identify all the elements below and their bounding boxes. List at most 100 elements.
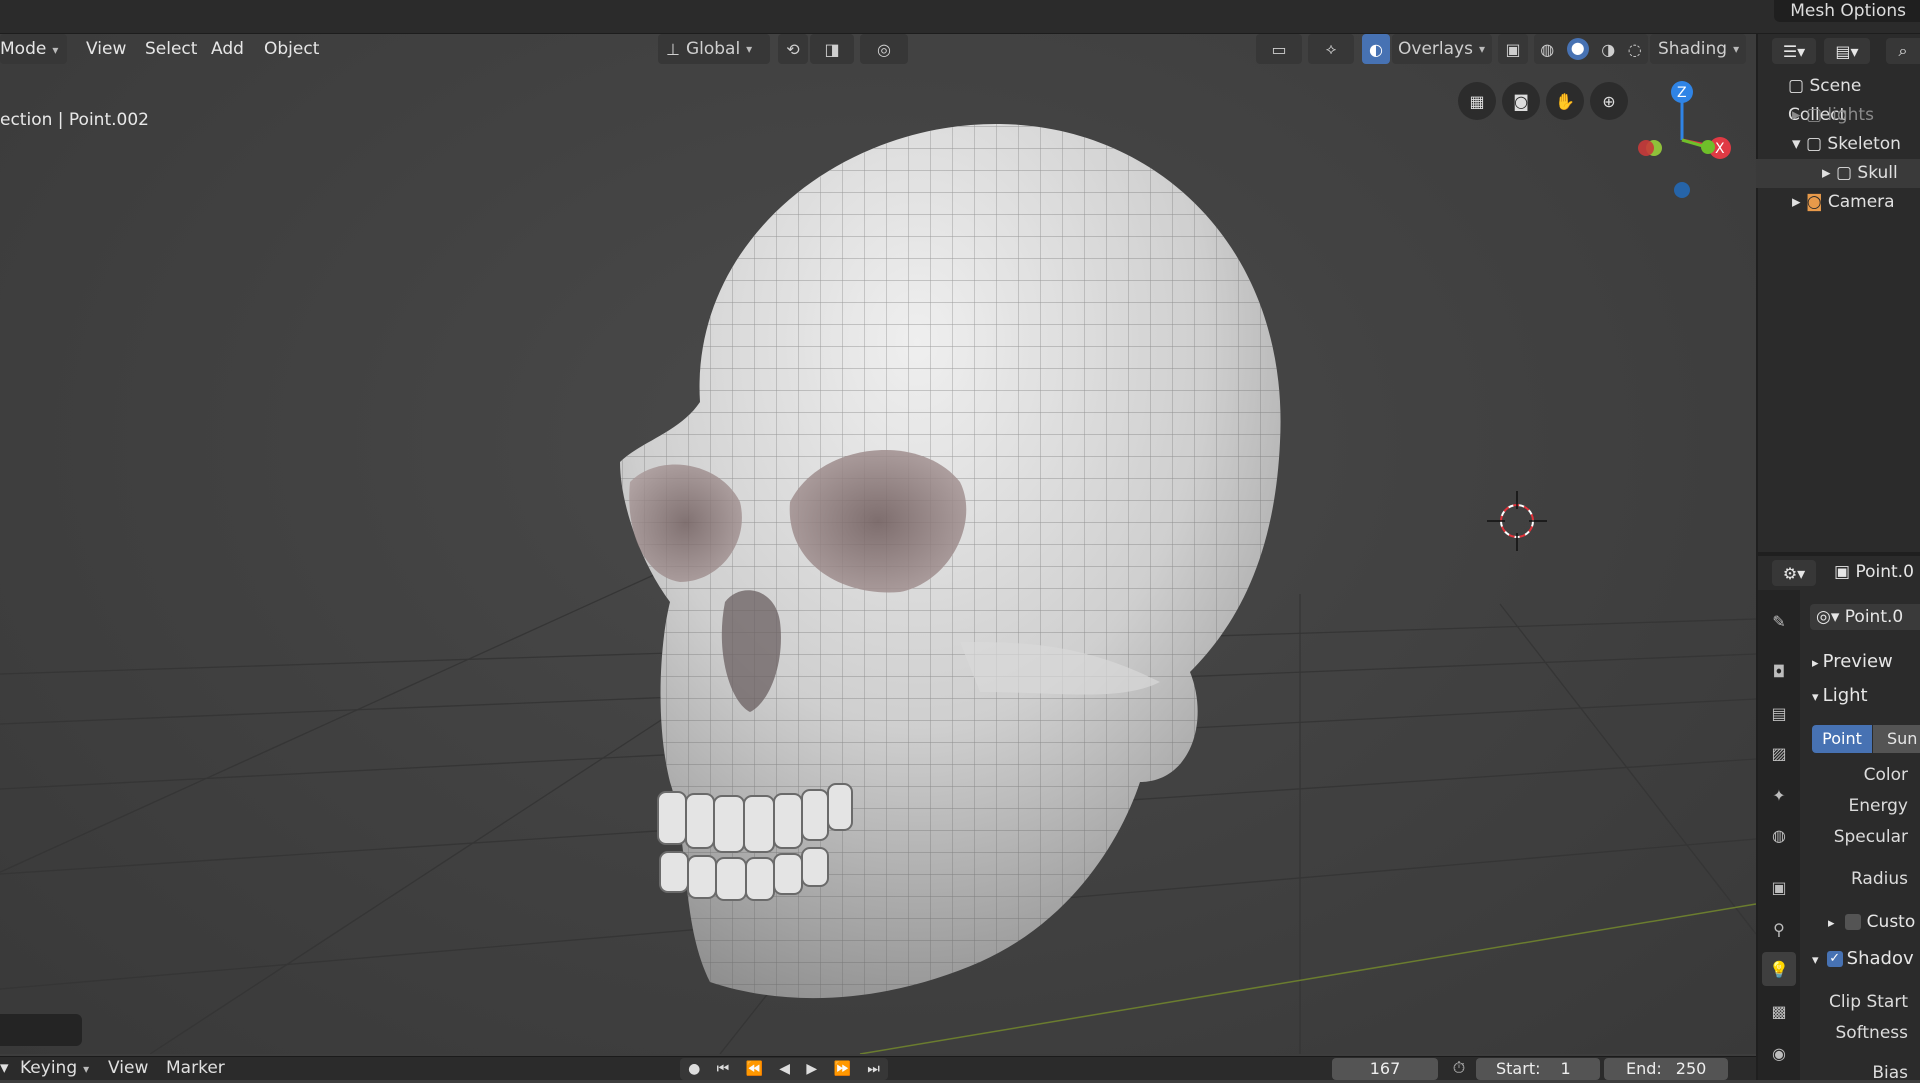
pan-view-button[interactable]: ✋ [1546,82,1584,120]
panel-custom-distance-header[interactable]: ▸ Custo [1828,912,1915,932]
jump-start-icon[interactable]: ⏮ [717,1061,730,1077]
tab-world[interactable]: ◍ [1762,818,1796,852]
radius-label: Radius [1850,869,1908,889]
outliner-icon: ☰▾ [1782,41,1806,61]
orientation-gizmo[interactable]: Z X [1620,78,1740,208]
display-mode-icon: ▤▾ [1835,41,1859,61]
solid-shading-icon[interactable]: ● [1566,38,1589,60]
tab-tool[interactable]: ✎ [1762,604,1796,638]
mesh-options-menu[interactable]: Mesh Options [1774,0,1920,22]
toggle-perspective-button[interactable]: ▦ [1458,82,1496,120]
expand-arrow-icon[interactable]: ▸ [1792,192,1806,212]
shading-mode-group[interactable]: ◍ ● ◑ ◌ [1534,34,1648,64]
current-frame-field[interactable]: 167 [1332,1058,1438,1080]
operator-panel[interactable] [0,1014,82,1046]
next-keyframe-icon[interactable]: ⏩ [833,1061,850,1077]
tab-physics[interactable]: ◉ [1762,1036,1796,1070]
image-icon: ▨ [1771,743,1787,763]
shading-dropdown[interactable]: Shading ▾ [1650,34,1746,64]
proportional-icon: ◎ [877,39,891,59]
energy-label: Energy [1848,796,1908,816]
menu-select[interactable]: Select [135,34,207,64]
prev-keyframe-icon[interactable]: ⏪ [746,1061,763,1077]
object-icon: ▣ [1771,877,1787,897]
pivot-point-button[interactable]: ⟲ [778,34,808,64]
light-type-sun[interactable]: Sun [1873,725,1920,753]
panel-light-header[interactable]: ▾ Light [1812,685,1868,706]
gizmo-dropdown[interactable]: ⟡ [1308,34,1354,64]
zoom-view-button[interactable]: ⊕ [1590,82,1628,120]
view-object-types-dropdown[interactable]: ▭ [1256,34,1302,64]
expand-arrow-icon[interactable]: ▸ [1792,105,1806,125]
hand-icon: ✋ [1555,91,1575,111]
snap-dropdown[interactable]: ◨ [810,34,854,64]
outliner-search-button[interactable]: ⌕ [1886,38,1920,64]
panel-preview-header[interactable]: ▸ Preview [1812,651,1893,672]
outliner-item-scene-collection[interactable]: ▢ Scene Collect [1756,72,1920,125]
editor-separator[interactable] [1756,552,1920,556]
collapse-arrow-icon: ▾ [1812,690,1823,705]
3d-cursor[interactable] [1487,491,1547,551]
play-icon[interactable]: ▶ [806,1061,817,1077]
outliner-item-lights[interactable]: ▸ ▢ lights [1756,101,1920,130]
stopwatch-icon[interactable]: ⏱ [1448,1058,1470,1080]
skull-mesh[interactable] [600,82,1300,1054]
menu-object[interactable]: Object [254,34,329,64]
constraint-icon: ⚲ [1773,919,1785,939]
start-frame-field[interactable]: Start: 1 [1476,1058,1600,1080]
tab-render[interactable]: ◘ [1762,654,1796,688]
keying-menu[interactable]: Keying ▾ [20,1058,89,1078]
svg-text:Z: Z [1677,85,1687,101]
timeline-view-menu[interactable]: View [108,1058,148,1078]
outliner-item-skeleton[interactable]: ▾ ▢ Skeleton [1756,130,1920,159]
overlays-dropdown[interactable]: Overlays ▾ [1392,34,1492,64]
expand-arrow-icon: ▸ [1812,656,1823,671]
tab-texture[interactable]: ▩ [1762,994,1796,1028]
editor-type-dropdown[interactable]: ☰▾ [1772,38,1816,64]
xray-icon: ▣ [1505,39,1521,59]
light-type-point[interactable]: Point [1812,725,1872,753]
properties-editor-type-dropdown[interactable]: ⚙▾ [1772,560,1816,586]
rendered-shading-icon[interactable]: ◌ [1628,40,1642,59]
camera-icon: ◙ [1513,91,1529,111]
tab-object-data-light[interactable]: 💡 [1762,952,1796,986]
menu-view[interactable]: View [76,34,136,64]
display-mode-dropdown[interactable]: ▤▾ [1824,38,1870,64]
collapse-arrow-icon[interactable]: ▾ [1792,134,1806,154]
camera-view-button[interactable]: ◙ [1502,82,1540,120]
neg-x-axis-handle [1638,140,1654,156]
transform-orientation-dropdown[interactable]: ⊥ Global ▾ [658,34,770,64]
light-data-selector[interactable]: ◎▾ Point.0 [1810,604,1920,630]
outliner-item-skull[interactable]: ▸ ▢ Skull [1756,159,1920,188]
3d-viewport[interactable]: Z X [0,34,1756,1054]
menu-add[interactable]: Add [201,34,254,64]
neg-z-axis-handle [1674,182,1690,198]
tab-output[interactable]: ▤ [1762,696,1796,730]
jump-end-icon[interactable]: ⏭ [867,1061,880,1077]
grid-icon: ▦ [1469,91,1485,111]
outliner-item-camera[interactable]: ▸ ◙ Camera [1756,188,1920,217]
mode-dropdown[interactable]: Mode ▾ [0,34,67,64]
axis-icon: ⊥ [666,39,680,59]
play-reverse-icon[interactable]: ◀ [779,1061,790,1077]
shadow-checkbox[interactable]: ✓ [1826,951,1843,967]
physics-icon: ◉ [1772,1043,1786,1063]
tab-scene[interactable]: ✦ [1762,778,1796,812]
end-frame-field[interactable]: End: 250 [1604,1058,1728,1080]
custom-distance-checkbox[interactable] [1844,914,1861,930]
proportional-edit-dropdown[interactable]: ◎ [860,34,908,64]
marker-menu[interactable]: Marker [166,1058,225,1078]
editor-type-arrow[interactable]: ▾ [0,1058,9,1078]
tab-constraints[interactable]: ⚲ [1762,912,1796,946]
xray-toggle[interactable]: ▣ [1498,34,1528,64]
world-icon: ◍ [1772,825,1786,845]
overlays-toggle[interactable]: ◐ [1362,34,1390,64]
panel-shadow-header[interactable]: ▾ ✓ Shadov [1812,948,1914,969]
wireframe-shading-icon[interactable]: ◍ [1540,40,1554,59]
tab-view-layer[interactable]: ▨ [1762,736,1796,770]
material-shading-icon[interactable]: ◑ [1601,40,1615,59]
record-icon[interactable]: ● [688,1061,700,1077]
tab-object[interactable]: ▣ [1762,870,1796,904]
clip-start-label: Clip Start [1828,992,1908,1012]
expand-arrow-icon[interactable]: ▸ [1822,163,1836,183]
